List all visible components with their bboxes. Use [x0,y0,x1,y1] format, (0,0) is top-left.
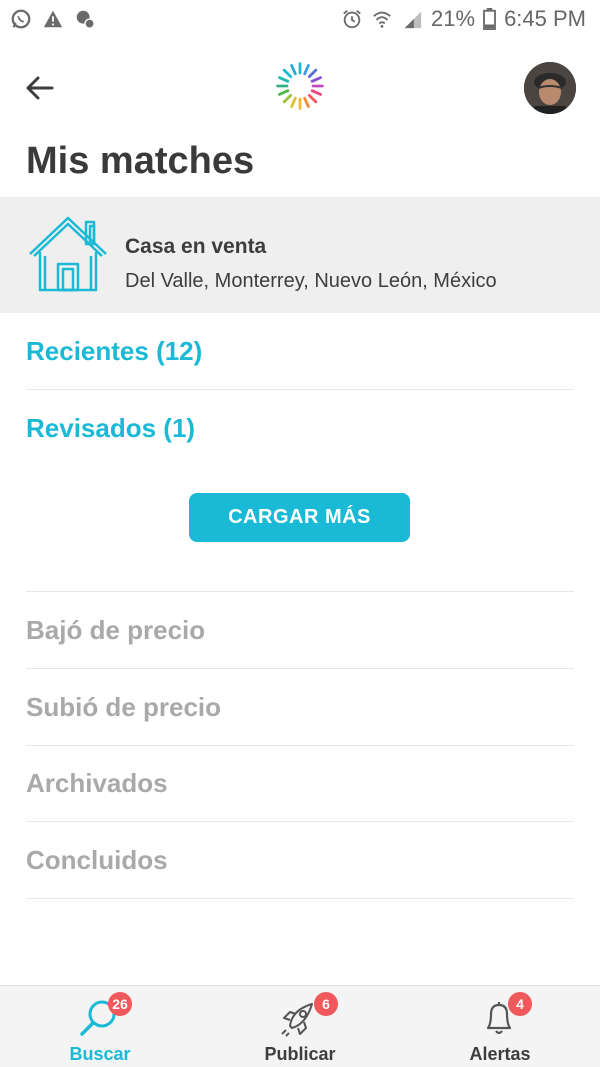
user-avatar[interactable] [524,62,576,114]
section-bajo-precio[interactable]: Bajó de precio [26,615,574,646]
warning-icon [43,10,63,28]
load-more-button[interactable]: CARGAR MÁS [189,493,410,542]
whatsapp-icon [11,9,31,29]
battery-percentage: 21% [431,6,476,31]
clock: 6:45 PM [504,6,586,31]
battery-icon [483,8,496,30]
nav-label: Publicar [264,1044,336,1064]
divider [26,821,574,822]
status-bar-system: 21% 6:45 PM [341,6,586,32]
divider [26,898,574,899]
section-revisados[interactable]: Revisados (1) [26,413,574,444]
page-title: Mis matches [26,140,255,182]
alarm-icon [343,10,361,29]
divider [26,591,574,592]
status-bar-notifications [10,8,96,30]
section-concluidos[interactable]: Concluidos [26,845,574,876]
section-subio-precio[interactable]: Subió de precio [26,692,574,723]
notification-badge: 26 [108,992,132,1016]
notification-badge: 6 [314,992,338,1016]
bottom-navigation: 26 Buscar 6 Publicar 4 Alertas [0,985,600,1067]
house-icon [29,216,107,292]
nav-label: Alertas [469,1044,531,1064]
signal-icon [404,11,422,29]
section-recientes[interactable]: Recientes (12) [26,336,574,367]
location-icon [76,10,95,29]
status-bar: 21% 6:45 PM [0,0,600,40]
avatar-image [524,62,576,114]
divider [26,668,574,669]
nav-buscar[interactable]: 26 Buscar [0,986,200,1067]
divider [26,745,574,746]
property-card[interactable]: Casa en venta Del Valle, Monterrey, Nuev… [0,197,600,313]
wifi-icon [373,11,391,28]
arrow-left-icon[interactable] [22,70,58,106]
sunburst-logo-icon [276,62,324,110]
app-header [0,40,600,135]
notification-badge: 4 [508,992,532,1016]
nav-label: Buscar [69,1044,131,1064]
property-location: Del Valle, Monterrey, Nuevo León, México [125,270,497,292]
nav-publicar[interactable]: 6 Publicar [200,986,400,1067]
nav-alertas[interactable]: 4 Alertas [400,986,600,1067]
section-archivados[interactable]: Archivados [26,768,574,799]
property-title: Casa en venta [125,235,267,258]
divider [26,389,574,390]
